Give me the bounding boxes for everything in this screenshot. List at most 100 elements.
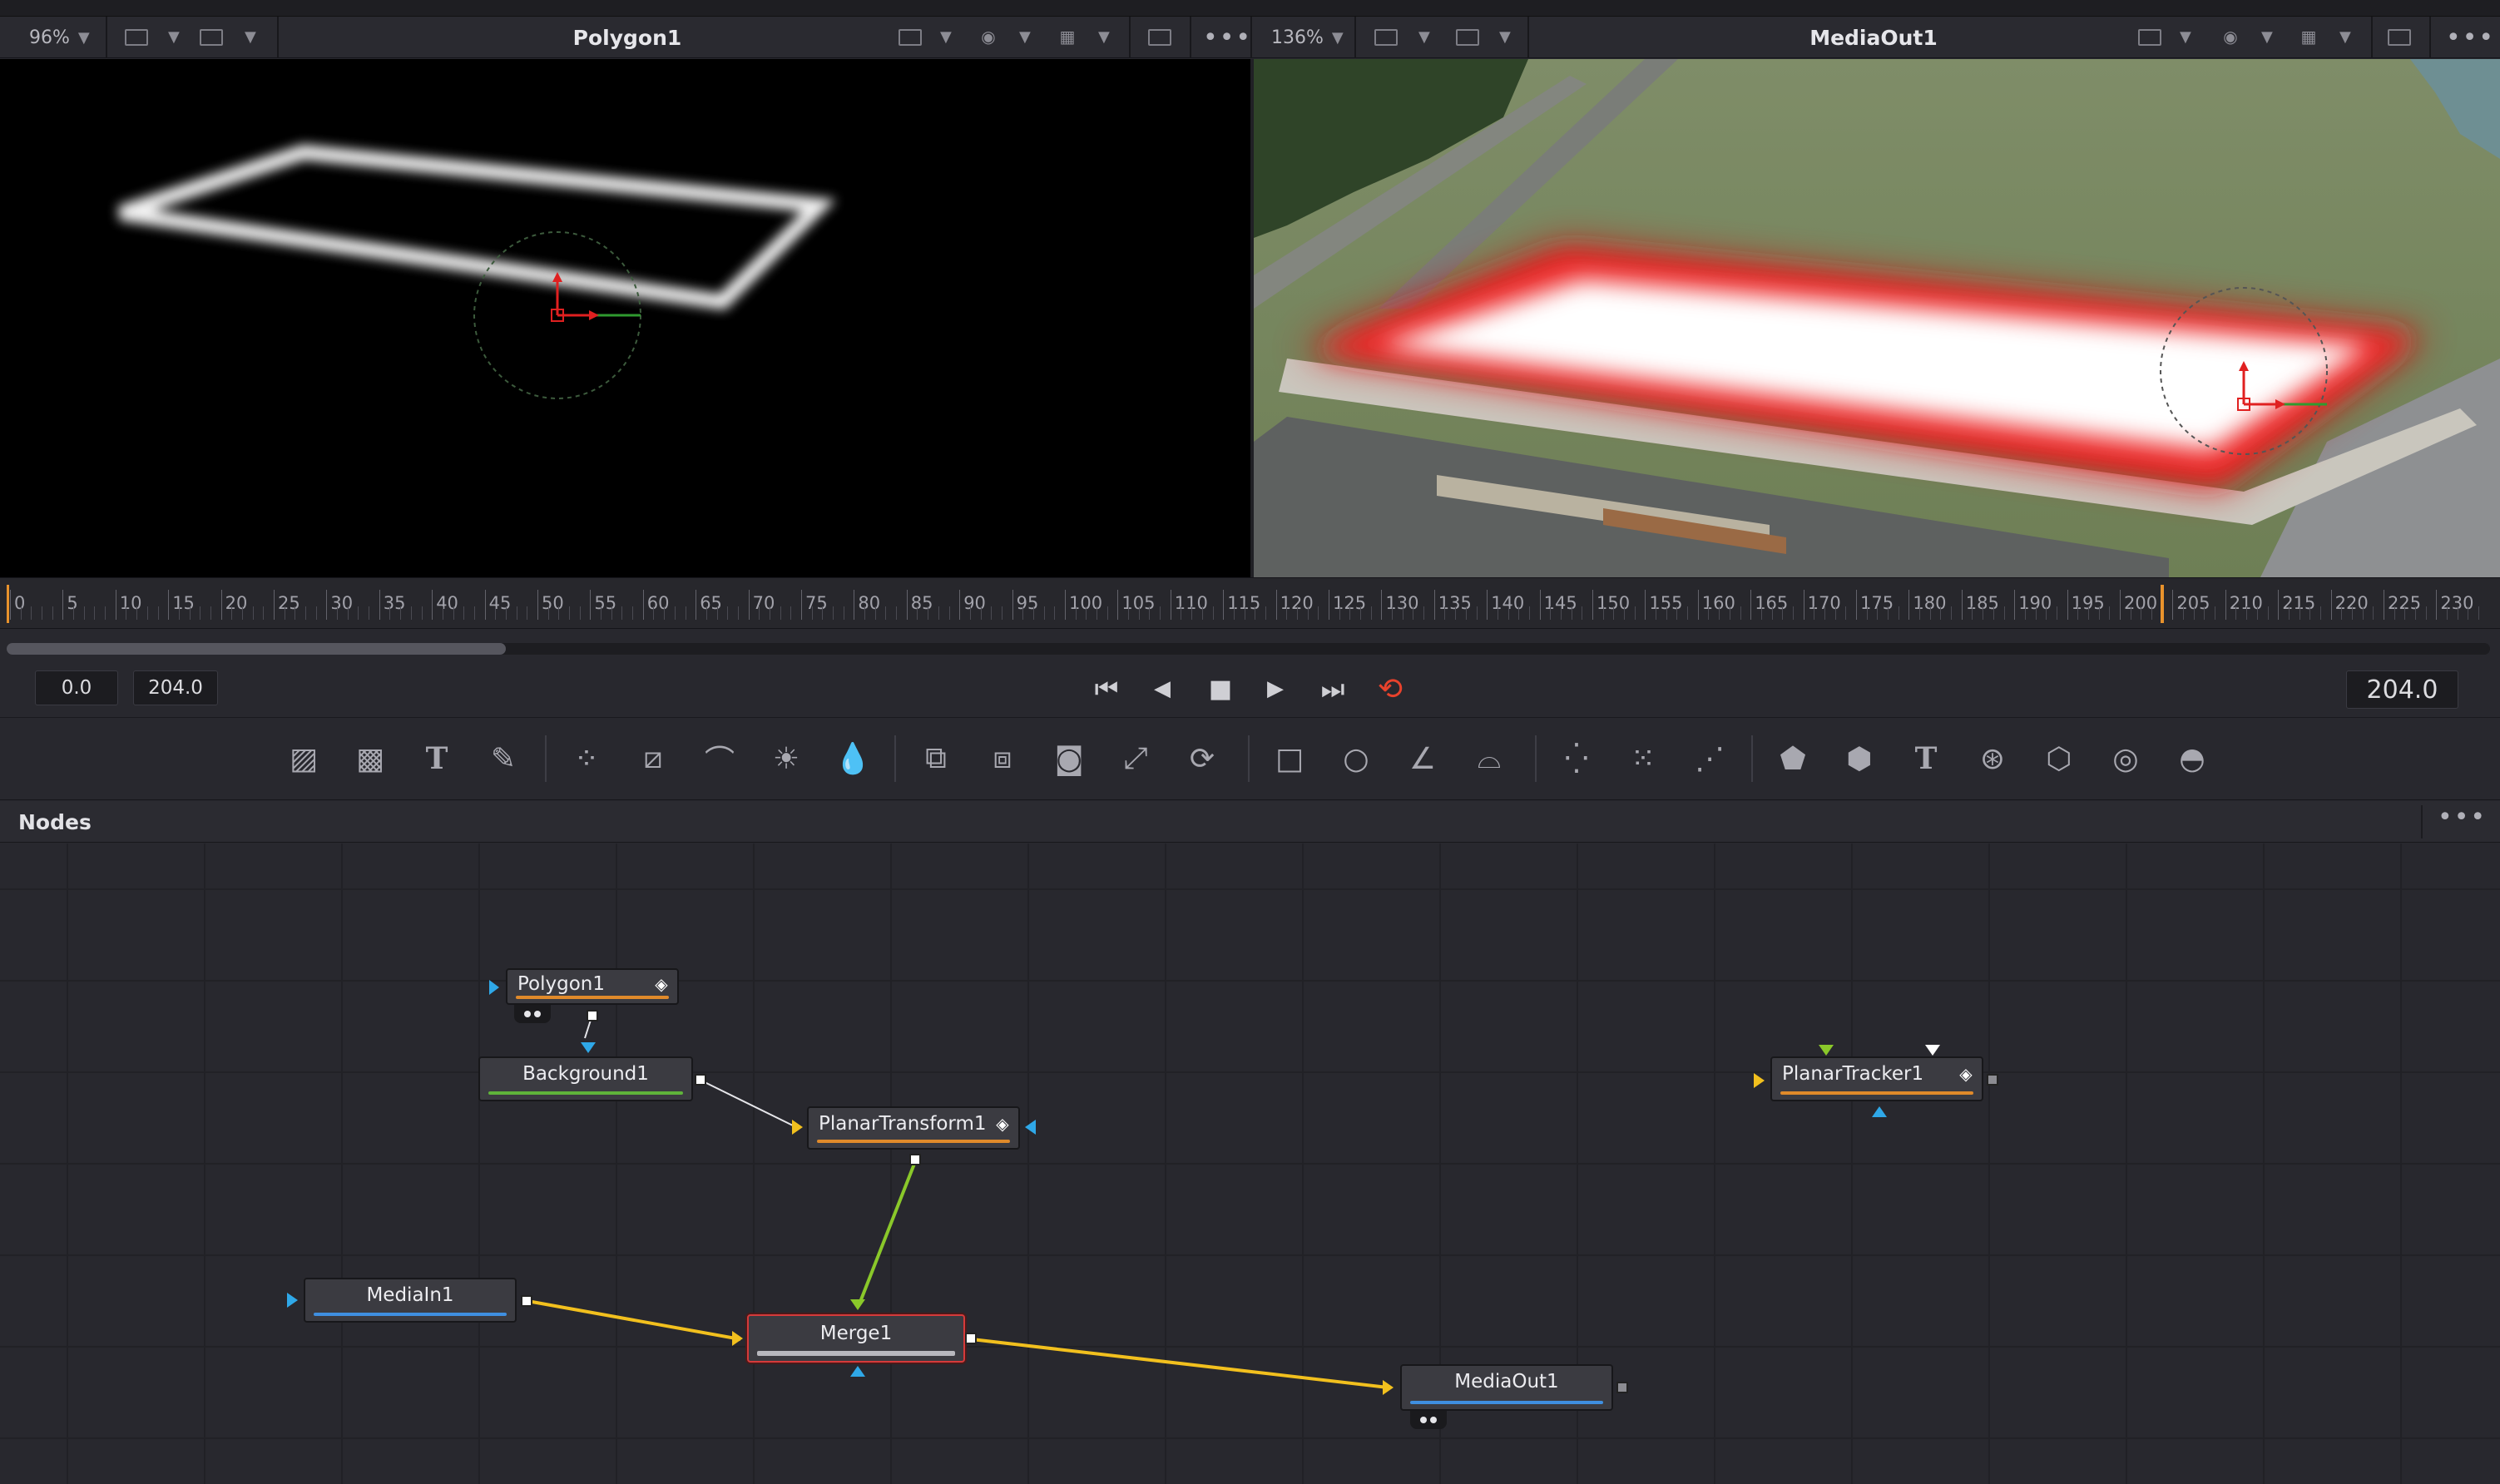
node-input-arrow[interactable]	[850, 1366, 865, 1377]
viewer-right[interactable]	[1254, 59, 2500, 577]
playhead[interactable]	[2160, 585, 2164, 623]
keyframe-diamond-icon[interactable]: ◈	[993, 1115, 1012, 1133]
time-scrollbar-thumb[interactable]	[7, 643, 506, 655]
node-input-arrow[interactable]	[1925, 1045, 1940, 1056]
node-output-square[interactable]	[587, 1010, 598, 1021]
stop-icon[interactable]: ■	[1200, 670, 1241, 707]
single-viewer-icon[interactable]	[1374, 29, 1398, 46]
pemitter-icon[interactable]: ⋰	[1685, 734, 1735, 784]
node-merge1[interactable]: Merge1	[747, 1314, 965, 1363]
node-input-arrow[interactable]	[1383, 1380, 1394, 1395]
layout-icon[interactable]	[1456, 29, 1479, 46]
node-planartracker1[interactable]: PlanarTracker1 ◈	[1770, 1056, 1983, 1101]
node-output-square[interactable]	[521, 1295, 532, 1307]
resize-icon[interactable]: ⟳	[1177, 734, 1227, 784]
shape-3d-icon[interactable]: ⬟	[1768, 734, 1818, 784]
more-icon[interactable]: •••	[1203, 23, 1252, 52]
viewer-right-zoom[interactable]: 136% ▼	[1271, 17, 1344, 58]
node-mediaout1[interactable]: MediaOut1	[1400, 1364, 1613, 1411]
node-output-square[interactable]	[909, 1154, 921, 1165]
polygon-mask-icon[interactable]: ∠	[1398, 734, 1448, 784]
node-output-square[interactable]	[695, 1074, 706, 1086]
node-input-arrow[interactable]	[792, 1120, 803, 1135]
render-start-field[interactable]: 0.0	[35, 670, 118, 705]
particle-render-icon[interactable]: ⁛	[1552, 734, 1601, 784]
node-output-square[interactable]	[1987, 1074, 1998, 1086]
node-editor-canvas[interactable]	[0, 843, 2500, 1484]
go-to-end-icon[interactable]: ⏭	[1312, 670, 1354, 707]
node-input-arrow[interactable]	[1754, 1073, 1765, 1088]
matte-control-icon[interactable]: ◙	[1044, 734, 1094, 784]
keyframe-diamond-icon[interactable]: ◈	[1957, 1065, 1975, 1083]
node-input-arrow[interactable]	[732, 1331, 743, 1346]
node-input-arrow[interactable]	[287, 1293, 298, 1308]
color-curves-icon[interactable]: ⌒	[695, 734, 745, 784]
renderer-3d-icon[interactable]: ⬡	[2034, 734, 2084, 784]
current-time-field[interactable]: 204.0	[2346, 670, 2458, 709]
color-icon[interactable]: ◉	[2220, 27, 2241, 47]
render-end-field[interactable]: 204.0	[133, 670, 218, 705]
merge-3d-icon[interactable]: ⬢	[1834, 734, 1884, 784]
merge-icon[interactable]: ⧉	[911, 734, 961, 784]
roi-icon[interactable]	[899, 29, 922, 46]
more-icon[interactable]: •••	[2446, 23, 2495, 52]
node-input-arrow[interactable]	[1025, 1120, 1036, 1135]
chevron-down-icon[interactable]: ▼	[1418, 28, 1430, 46]
color-icon[interactable]: ◉	[978, 27, 999, 47]
node-output-square[interactable]	[965, 1333, 977, 1344]
camera-3d-icon[interactable]: ⊛	[1968, 734, 2017, 784]
spotlight-icon[interactable]: ◎	[2101, 734, 2151, 784]
text-3d-icon[interactable]: T	[1901, 734, 1951, 784]
chevron-down-icon[interactable]: ▼	[168, 28, 180, 46]
time-ruler[interactable]: 0 5 10 15 20 25 30 35 40 45 50 55 60 65 70 75 80 85 90 95 10…	[0, 577, 2500, 629]
viewer-left-zoom[interactable]: 96% ▼	[29, 17, 90, 58]
viewer-left[interactable]	[0, 59, 1250, 577]
node-input-arrow[interactable]	[581, 1042, 596, 1053]
background-icon[interactable]: ▨	[279, 734, 329, 784]
play-reverse-icon[interactable]: ◀	[1141, 670, 1183, 707]
color-corrector-icon[interactable]: ⧄	[628, 734, 678, 784]
roi-icon[interactable]	[2138, 29, 2161, 46]
render-start-marker[interactable]	[7, 585, 9, 623]
node-input-arrow[interactable]	[1819, 1045, 1834, 1056]
particle-emitter-icon[interactable]: ⁘	[562, 734, 611, 784]
rect-icon[interactable]	[2388, 29, 2411, 46]
node-input-arrow[interactable]	[850, 1299, 865, 1310]
node-planartransform1[interactable]: PlanarTransform1 ◈	[807, 1106, 1020, 1150]
grid-icon[interactable]: ▦	[2298, 27, 2319, 47]
chevron-down-icon[interactable]: ▼	[2180, 28, 2191, 46]
image-plane-icon[interactable]: ◓	[2167, 734, 2217, 784]
play-forward-icon[interactable]: ▶	[1255, 670, 1296, 707]
more-icon[interactable]: •••	[2438, 803, 2487, 832]
grid-icon[interactable]: ▦	[1057, 27, 1078, 47]
bspline-mask-icon[interactable]: ⌓	[1464, 734, 1514, 784]
chevron-down-icon[interactable]: ▼	[1499, 28, 1511, 46]
node-background1[interactable]: Background1	[478, 1056, 693, 1101]
chevron-down-icon[interactable]: ▼	[1098, 28, 1110, 46]
node-output-square[interactable]	[1616, 1382, 1628, 1393]
rect-icon[interactable]	[1148, 29, 1171, 46]
paint-icon[interactable]: ✎	[478, 734, 528, 784]
chevron-down-icon[interactable]: ▼	[245, 28, 256, 46]
go-to-start-icon[interactable]: ⏮	[1086, 670, 1127, 707]
rectangle-mask-icon[interactable]: □	[1265, 734, 1314, 784]
keyframe-diamond-icon[interactable]: ◈	[652, 975, 671, 993]
node-input-arrow[interactable]	[1872, 1106, 1887, 1117]
particle-style-icon[interactable]: ⁙	[1618, 734, 1668, 784]
chevron-down-icon[interactable]: ▼	[1019, 28, 1031, 46]
brightness-contrast-icon[interactable]: ☀	[761, 734, 811, 784]
layout-icon[interactable]	[200, 29, 223, 46]
ellipse-mask-icon[interactable]: ○	[1331, 734, 1381, 784]
text-plus-icon[interactable]: T	[412, 734, 462, 784]
single-viewer-icon[interactable]	[125, 29, 148, 46]
transform-icon[interactable]: ⤢	[1111, 734, 1161, 784]
chevron-down-icon[interactable]: ▼	[940, 28, 952, 46]
chevron-down-icon[interactable]: ▼	[2261, 28, 2273, 46]
node-polygon1[interactable]: Polygon1 ◈	[506, 968, 679, 1005]
blur-icon[interactable]: 💧	[828, 734, 878, 784]
viewer-indicator[interactable]	[514, 1005, 551, 1023]
node-mediain1[interactable]: MediaIn1	[304, 1278, 517, 1323]
viewer-indicator[interactable]	[1410, 1411, 1447, 1429]
fast-noise-icon[interactable]: ▩	[345, 734, 395, 784]
channel-booleans-icon[interactable]: ⧈	[978, 734, 1027, 784]
